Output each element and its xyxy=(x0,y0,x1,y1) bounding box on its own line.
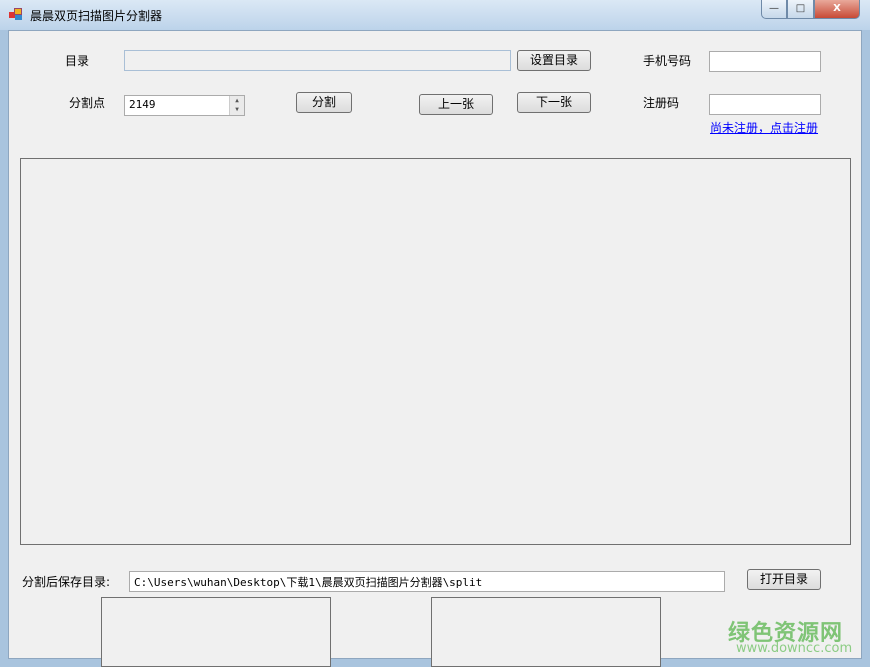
open-dir-button[interactable]: 打开目录 xyxy=(747,569,821,590)
maximize-button[interactable]: □ xyxy=(787,0,814,19)
phone-input[interactable] xyxy=(709,51,821,72)
spin-buttons[interactable]: ▲ ▼ xyxy=(229,96,244,115)
dir-input[interactable] xyxy=(124,50,511,71)
prev-button[interactable]: 上一张 xyxy=(419,94,493,115)
next-button[interactable]: 下一张 xyxy=(517,92,591,113)
save-dir-input[interactable]: C:\Users\wuhan\Desktop\下载1\晨晨双页扫描图片分割器\s… xyxy=(129,571,725,592)
left-page-preview xyxy=(101,597,331,667)
right-page-preview xyxy=(431,597,661,667)
register-link[interactable]: 尚未注册，点击注册 xyxy=(710,119,818,136)
set-dir-button[interactable]: 设置目录 xyxy=(517,50,591,71)
minimize-button[interactable]: — xyxy=(761,0,787,19)
image-preview-panel xyxy=(20,158,851,545)
dir-label: 目录 xyxy=(65,54,90,68)
title-bar: 晨晨双页扫描图片分割器 — □ X xyxy=(0,0,870,30)
close-button[interactable]: X xyxy=(814,0,860,19)
window-title: 晨晨双页扫描图片分割器 xyxy=(30,9,163,23)
reg-code-label: 注册码 xyxy=(643,96,680,110)
phone-label: 手机号码 xyxy=(643,54,692,68)
reg-code-input[interactable] xyxy=(709,94,821,115)
watermark-url: www.downcc.com xyxy=(736,641,853,656)
split-point-stepper[interactable]: 2149 ▲ ▼ xyxy=(124,95,245,116)
save-dir-label: 分割后保存目录: xyxy=(22,575,111,589)
split-point-value: 2149 xyxy=(129,98,156,111)
main-form: 目录 设置目录 分割点 2149 ▲ ▼ 分割 上一张 下一张 手机号码 注册码 … xyxy=(8,30,862,667)
split-button[interactable]: 分割 xyxy=(296,92,352,113)
split-point-label: 分割点 xyxy=(69,96,106,110)
app-icon xyxy=(9,8,23,20)
